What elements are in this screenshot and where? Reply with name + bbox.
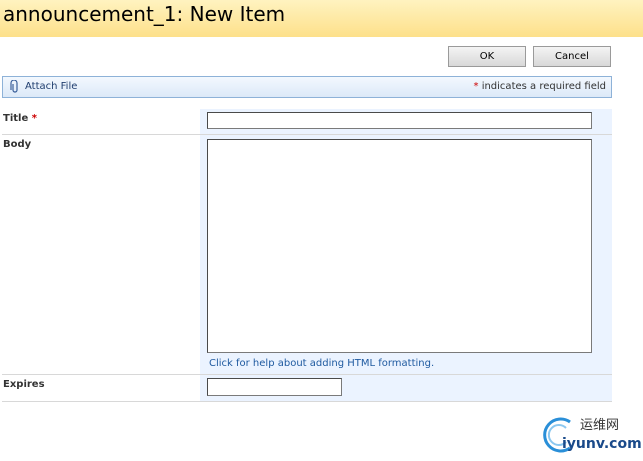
body-field-cell: Click for help about adding HTML formatt… bbox=[200, 135, 612, 374]
required-field-note: * indicates a required field bbox=[474, 81, 606, 92]
watermark-text-domain: iyunv.com bbox=[562, 436, 642, 452]
ok-button[interactable]: OK bbox=[448, 46, 526, 67]
body-label: Body bbox=[3, 139, 32, 150]
expires-row: Expires bbox=[2, 375, 612, 401]
cancel-button[interactable]: Cancel bbox=[533, 46, 611, 67]
html-formatting-help-link[interactable]: Click for help about adding HTML formatt… bbox=[209, 358, 434, 369]
page-title: announcement_1: New Item bbox=[3, 2, 286, 26]
watermark-text-cn: 运维网 bbox=[580, 418, 620, 433]
title-field-cell bbox=[200, 109, 612, 134]
title-bar: announcement_1: New Item bbox=[0, 0, 643, 37]
form-toolbar: Attach File * indicates a required field bbox=[2, 76, 612, 98]
row-divider bbox=[2, 401, 612, 402]
title-required-star: * bbox=[31, 113, 37, 124]
body-row: Body Click for help about adding HTML fo… bbox=[2, 135, 612, 374]
title-label-text: Title bbox=[3, 113, 29, 124]
body-textarea[interactable] bbox=[207, 139, 592, 353]
expires-field-cell bbox=[200, 375, 612, 401]
watermark: 运维网 iyunv.com bbox=[540, 412, 642, 458]
expires-date-input[interactable] bbox=[207, 378, 342, 396]
title-input[interactable] bbox=[207, 112, 592, 129]
title-label: Title * bbox=[2, 109, 200, 134]
paperclip-icon bbox=[10, 80, 18, 93]
title-row: Title * bbox=[2, 109, 612, 134]
attach-file-link[interactable]: Attach File bbox=[25, 81, 77, 92]
required-note-text: indicates a required field bbox=[478, 81, 606, 92]
expires-label: Expires bbox=[3, 379, 45, 390]
